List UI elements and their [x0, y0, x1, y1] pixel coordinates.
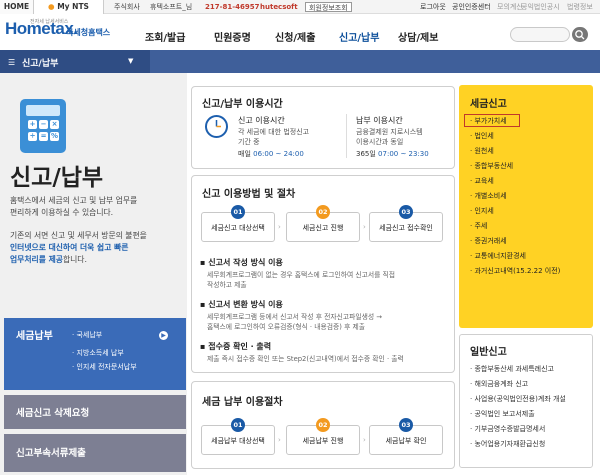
menu-icon[interactable]: ☰ — [8, 58, 15, 67]
report-time-desc-1: 각 세금에 대한 법정신고 — [238, 128, 310, 136]
mynts-tab[interactable]: ● My NTS — [34, 0, 104, 14]
menu-property-tax[interactable]: · 종합부동산세 — [470, 161, 513, 171]
step-number-1: 01 — [231, 205, 245, 219]
pay-step-number-1: 01 — [231, 418, 245, 432]
law-info-link[interactable]: 법령정보 — [567, 0, 593, 14]
pay-time-desc-1: 금융결제원 지로시스템 — [356, 128, 423, 136]
business-number: 217-81-46957 — [205, 3, 260, 11]
arrow-right-icon: › — [363, 223, 366, 231]
arrow-right-icon: › — [363, 436, 366, 444]
method-panel-title: 신고 이용방법 및 절차 — [202, 189, 296, 200]
nav-apply[interactable]: 신청/제출 — [275, 29, 315, 44]
logout-link[interactable]: 로그아웃 — [420, 0, 446, 14]
general-report-title: 일반신고 — [470, 347, 507, 358]
menu-corporate-tax[interactable]: · 법인세 — [470, 131, 494, 141]
member-info-button[interactable]: 회원정보조회 — [305, 2, 352, 12]
nav-inquiry[interactable]: 조회/발급 — [145, 29, 185, 44]
cert-center-link[interactable]: 공인인증센터 — [452, 0, 491, 14]
method-1-desc-2: 작성하고 제출 — [207, 281, 247, 289]
step-number-2: 02 — [316, 205, 330, 219]
search-input[interactable] — [510, 27, 570, 42]
intro-text-3: 기존의 서면 신고 및 세무서 방문의 불편을 — [10, 231, 147, 240]
pay-time-title: 납부 이용시간 — [356, 116, 403, 125]
nav-consult[interactable]: 상담/제보 — [398, 29, 438, 44]
menu-business-account[interactable]: · 사업용(공익법인전용)계좌 개설 — [470, 394, 566, 404]
stamp-tax-link[interactable]: · 인지세 전자문서납부 — [72, 362, 137, 372]
arrow-right-icon: › — [278, 223, 281, 231]
method-2-title: ▪ 신고서 변환 방식 이용 — [200, 300, 283, 309]
local-income-tax-link[interactable]: · 지방소득세 납부 — [72, 348, 124, 358]
pay-time-value: 365일 07:00 ~ 23:30 — [356, 150, 429, 158]
nav-certificates[interactable]: 민원증명 — [214, 29, 251, 44]
nav-report-pay[interactable]: 신고/납부 — [339, 29, 379, 44]
chevron-right-icon[interactable]: ▶ — [159, 331, 168, 340]
menu-foreign-account[interactable]: · 해외금융계좌 신고 — [470, 379, 528, 389]
attachment-submit-label: 신고부속서류제출 — [16, 448, 86, 459]
method-3-desc-1: 제출 즉시 접수증 확인 또는 Step2(신고내역)에서 접수증 확인 · 출… — [207, 355, 404, 363]
menu-education-tax[interactable]: · 교육세 — [470, 176, 494, 186]
page-title: 신고/납부 — [10, 165, 104, 191]
intro-text-1: 홈택스에서 세금의 신고 및 납부 업무를 — [10, 196, 138, 205]
report-time-desc-2: 기간 중 — [238, 138, 260, 146]
menu-withholding-tax[interactable]: · 원천세 — [470, 146, 494, 156]
tax-report-menu-title: 세금신고 — [470, 99, 507, 110]
method-2-desc-2: 홈택스에 로그인하여 오류검증(형식 · 내용검증) 후 제출 — [207, 323, 365, 331]
menu-vat[interactable]: · 부가가치세 — [470, 116, 507, 126]
pay-time-desc-2: 이용시간과 동일 — [356, 138, 404, 146]
menu-stamp-tax[interactable]: · 인지세 — [470, 206, 494, 216]
intro-text-5: 업무처리를 제공합니다. — [10, 255, 87, 264]
method-3-title: ▪ 접수증 확인 · 출력 — [200, 342, 272, 351]
menu-securities-tax[interactable]: · 증권거래세 — [470, 236, 507, 246]
mock-calc-link[interactable]: 모의계산 — [497, 0, 523, 14]
report-time-title: 신고 이용시간 — [238, 116, 285, 125]
menu-liquor-tax[interactable]: · 주세 — [470, 221, 487, 231]
menu-excise-tax[interactable]: · 개별소비세 — [470, 191, 507, 201]
method-1-title: ▪ 신고서 작성 방식 이용 — [200, 258, 283, 267]
mynts-logo-icon: ● — [48, 2, 55, 11]
chevron-down-icon[interactable]: ▼ — [128, 57, 133, 65]
menu-public-report[interactable]: · 공익법인 보고서제출 — [470, 409, 535, 419]
search-button[interactable] — [572, 27, 588, 42]
calculator-screen — [26, 105, 60, 116]
menu-past-reports[interactable]: · 과거신고내역(15.2.22 이전) — [470, 266, 560, 276]
time-panel-title: 신고/납부 이용시간 — [202, 99, 283, 110]
section-title: 신고/납부 — [22, 59, 59, 69]
divider — [346, 114, 347, 158]
pay-step-number-3: 03 — [399, 418, 413, 432]
menu-transport-tax[interactable]: · 교통에너지환경세 — [470, 251, 526, 261]
disclosure-link[interactable]: 공익법인공시 — [521, 0, 560, 14]
business-name: hutecsoft — [260, 3, 298, 11]
company-type: 주식회사 — [114, 3, 140, 11]
method-2-desc-1: 세무회계프로그램 등에서 신고서 작성 후 전자신고파일생성 → — [207, 313, 382, 321]
mynts-label: My NTS — [57, 2, 89, 11]
intro-text-2: 편리하게 이용하실 수 있습니다. — [10, 208, 114, 217]
tax-payment-title: 세금납부 — [16, 331, 53, 342]
delete-request-label: 세금신고 삭제요청 — [16, 408, 90, 419]
intro-text-4: 인터넷으로 대신하여 더욱 쉽고 빠른 — [10, 243, 129, 252]
home-tab[interactable]: HOME — [0, 0, 34, 14]
step-number-3: 03 — [399, 205, 413, 219]
search-icon — [575, 30, 585, 40]
arrow-right-icon: › — [278, 436, 281, 444]
method-1-desc-1: 세무회계프로그램이 없는 경우 홈택스에 로그인하여 신고서를 직접 — [207, 271, 396, 279]
nts-logo-text: 국세청홈택스 — [66, 28, 111, 37]
pay-step-number-2: 02 — [316, 418, 330, 432]
menu-property-special[interactable]: · 종합부동산세 과세특례신고 — [470, 364, 554, 374]
menu-donation-receipt[interactable]: · 기부금영수증발급명세서 — [470, 424, 545, 434]
menu-agri-refund[interactable]: · 농어업용기자재환급신청 — [470, 439, 545, 449]
user-name: 휴텍소프트_님 — [150, 3, 193, 11]
national-tax-payment-link[interactable]: · 국세납부 — [72, 330, 102, 340]
pay-panel-title: 세금 납부 이용절차 — [202, 397, 283, 408]
clock-icon — [205, 115, 228, 138]
report-time-value: 매일 06:00 ~ 24:00 — [238, 150, 304, 158]
